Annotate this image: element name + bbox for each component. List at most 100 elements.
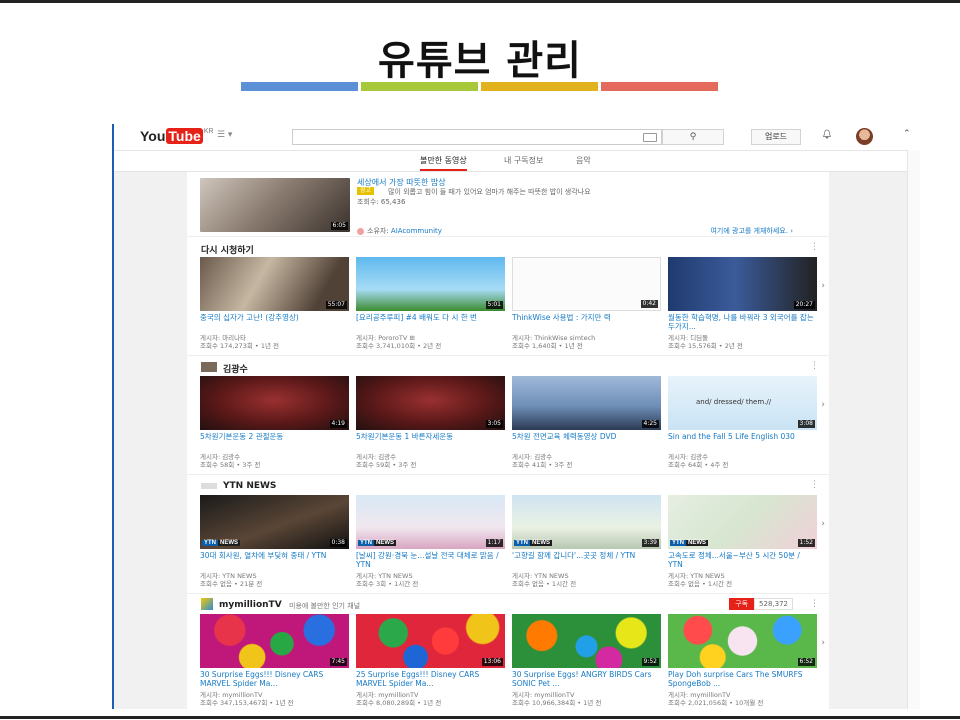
section-header: mymillionTV 미용에 볼만한 인기 채널 구독 528,372 ⋮ (187, 594, 829, 614)
video-thumbnail[interactable]: 7:45 (200, 614, 349, 668)
video-thumbnail[interactable]: 20:27 (668, 257, 817, 311)
video-title[interactable]: '고향길 함께 갑니다'...곳곳 정체 / YTN (512, 551, 661, 569)
video-card[interactable]: YTN NEWS 1:17 [날씨] 강원·경북 눈...설날 전국 대체로 맑음… (356, 495, 505, 593)
video-thumbnail[interactable]: YTN NEWS 3:39 (512, 495, 661, 549)
search-button[interactable]: ⚲ (662, 129, 724, 145)
more-icon[interactable]: ⋮ (810, 361, 819, 371)
video-thumbnail[interactable]: 4:25 (512, 376, 661, 430)
avatar[interactable] (856, 128, 873, 145)
video-duration: 3:39 (641, 539, 659, 547)
video-title[interactable]: ThinkWise 사용법 : 가지만 력 (512, 313, 661, 331)
video-title[interactable]: [요리공주루피] #4 배워도 다 시 한 번 (356, 313, 505, 331)
video-card[interactable]: 4:25 5차원 전면교육 체력동영상 DVD 게시자: 김광수 조회수 41회… (512, 376, 661, 474)
advertise-link[interactable]: 여기에 광고를 게재하세요. › (710, 226, 793, 236)
tab-music[interactable]: 음악 (576, 155, 591, 166)
more-icon[interactable]: ⋮ (810, 242, 819, 252)
video-duration: 3:08 (797, 420, 815, 428)
video-meta: 조회수 8,080,289회 • 1년 전 (356, 699, 442, 707)
video-card[interactable]: YTN NEWS 0:38 30대 회사원, 열차에 부딪혀 중태 / YTN 게… (200, 495, 349, 593)
section-subtitle: 미용에 볼만한 인기 채널 (289, 602, 361, 610)
video-thumbnail[interactable]: 0:42 (512, 257, 661, 311)
next-arrow-icon[interactable]: › (821, 638, 825, 648)
search-input[interactable] (292, 129, 662, 145)
video-card[interactable]: 7:45 30 Surprise Eggs!!! Disney CARS MAR… (200, 614, 349, 709)
video-thumbnail[interactable]: 4:19 (200, 376, 349, 430)
ad-thumbnail[interactable]: 6:05 (200, 178, 350, 232)
ytn-logo-icon (201, 483, 217, 489)
more-icon[interactable]: ⋮ (810, 480, 819, 490)
video-duration: 55:07 (325, 301, 347, 309)
video-thumbnail[interactable]: 55:07 (200, 257, 349, 311)
scroll-up-icon[interactable]: ⌃ (903, 129, 911, 139)
video-title[interactable]: 월동한 학습혁명, 나를 바꿔라 3 외국어를 잡는 두가지... (668, 313, 817, 331)
video-thumbnail[interactable]: YTN NEWS 0:38 (200, 495, 349, 549)
video-title[interactable]: 30 Surprise Eggs!!! Disney CARS MARVEL S… (200, 670, 349, 688)
subscribe-button[interactable]: 구독 528,372 (729, 598, 793, 610)
section-title[interactable]: YTN NEWS (223, 481, 276, 491)
video-card[interactable]: 55:07 중국의 십자가 고난! (강추영상) 게시자: 마리나타 조회수 1… (200, 257, 349, 355)
video-title[interactable]: Sin and the Fall 5 Life English 030 (668, 432, 817, 450)
video-meta: 조회수 없음 • 1시간 전 (668, 580, 733, 588)
video-duration: 1:17 (485, 539, 503, 547)
more-icon[interactable]: ⋮ (810, 599, 819, 609)
video-title[interactable]: 25 Surprise Eggs!!! Disney CARS MARVEL S… (356, 670, 505, 688)
video-thumbnail[interactable]: YTN NEWS 1:52 (668, 495, 817, 549)
video-meta: 조회수 없음 • 1시간 전 (512, 580, 577, 588)
video-title[interactable]: Play Doh surprise Cars The SMURFS Sponge… (668, 670, 817, 688)
video-card[interactable]: 6:52 Play Doh surprise Cars The SMURFS S… (668, 614, 817, 709)
owner-link[interactable]: AIAcommunity (391, 227, 442, 235)
video-title[interactable]: 5차원기본운동 2 관절운동 (200, 432, 349, 450)
video-thumbnail[interactable]: 13:06 (356, 614, 505, 668)
video-card[interactable]: 3:05 5차원기본운동 1 바른자세운동 게시자: 김광수 조회수 59회 •… (356, 376, 505, 474)
video-thumbnail[interactable]: 3:05 (356, 376, 505, 430)
section-title[interactable]: mymillionTV (219, 600, 282, 610)
video-title[interactable]: 중국의 십자가 고난! (강추영상) (200, 313, 349, 331)
video-title[interactable]: 30 Surprise Eggs! ANGRY BIRDS Cars SONIC… (512, 670, 661, 688)
video-meta: 조회수 59회 • 3주 전 (356, 461, 417, 469)
logo-region: KR (203, 128, 214, 135)
video-thumbnail[interactable]: 6:52 (668, 614, 817, 668)
next-arrow-icon[interactable]: › (821, 400, 825, 410)
owner-icon (357, 227, 364, 235)
video-title[interactable]: 5차원기본운동 1 바른자세운동 (356, 432, 505, 450)
video-meta: 조회수 1,640회 • 1년 전 (512, 342, 583, 350)
video-card[interactable]: YTN NEWS 3:39 '고향길 함께 갑니다'...곳곳 정체 / YTN … (512, 495, 661, 593)
scrollbar[interactable] (907, 150, 920, 709)
video-thumbnail[interactable]: 5:01 (356, 257, 505, 311)
section-title[interactable]: 김광수 (223, 362, 248, 375)
youtube-logo[interactable]: You Tube KR (140, 128, 214, 144)
video-card[interactable]: 9:52 30 Surprise Eggs! ANGRY BIRDS Cars … (512, 614, 661, 709)
next-arrow-icon[interactable]: › (821, 519, 825, 529)
video-card[interactable]: 4:19 5차원기본운동 2 관절운동 게시자: 김광수 조회수 58회 • 3… (200, 376, 349, 474)
video-title[interactable]: [날씨] 강원·경북 눈...설날 전국 대체로 맑음 / YTN (356, 551, 505, 569)
video-card[interactable]: and/ dressed/ them.// 3:08 Sin and the F… (668, 376, 817, 474)
logo-tube: Tube (166, 128, 203, 144)
ad-views: 조회수: 65,436 (357, 198, 406, 206)
tab-recommended[interactable]: 볼만한 동영상 (420, 155, 467, 171)
video-card[interactable]: 0:42 ThinkWise 사용법 : 가지만 력 게시자: ThinkWis… (512, 257, 661, 355)
video-card[interactable]: YTN NEWS 1:52 고속도로 정체...서울~부산 5 시간 50분 / … (668, 495, 817, 593)
video-title[interactable]: 고속도로 정체...서울~부산 5 시간 50분 / YTN (668, 551, 817, 569)
video-thumbnail[interactable]: and/ dressed/ them.// 3:08 (668, 376, 817, 430)
section-header: YTN NEWS ⋮ (187, 475, 829, 495)
section-title[interactable]: 다시 시청하기 (201, 243, 254, 256)
video-title[interactable]: 30대 회사원, 열차에 부딪혀 중태 / YTN (200, 551, 349, 569)
video-meta: 조회수 174,273회 • 1년 전 (200, 342, 279, 350)
video-meta: 조회수 3,741,010회 • 2년 전 (356, 342, 442, 350)
video-duration: 3:05 (485, 420, 503, 428)
video-thumbnail[interactable]: YTN NEWS 1:17 (356, 495, 505, 549)
video-thumbnail[interactable]: 9:52 (512, 614, 661, 668)
next-arrow-icon[interactable]: › (821, 281, 825, 291)
video-title[interactable]: 5차원 전면교육 체력동영상 DVD (512, 432, 661, 450)
bell-icon[interactable] (822, 129, 832, 142)
color-bars (241, 82, 718, 91)
video-meta: 조회수 3회 • 1시간 전 (356, 580, 419, 588)
video-card[interactable]: 13:06 25 Surprise Eggs!!! Disney CARS MA… (356, 614, 505, 709)
video-card[interactable]: 5:01 [요리공주루피] #4 배워도 다 시 한 번 게시자: Pororo… (356, 257, 505, 355)
keyboard-icon[interactable] (643, 133, 657, 142)
guide-menu-icon[interactable]: ☰ ▾ (217, 130, 232, 140)
news-logo-text: NEWS (530, 540, 552, 546)
upload-button[interactable]: 업로드 (751, 129, 801, 145)
tab-subscriptions[interactable]: 내 구독정보 (504, 155, 543, 166)
video-card[interactable]: 20:27 월동한 학습혁명, 나를 바꿔라 3 외국어를 잡는 두가지... … (668, 257, 817, 355)
